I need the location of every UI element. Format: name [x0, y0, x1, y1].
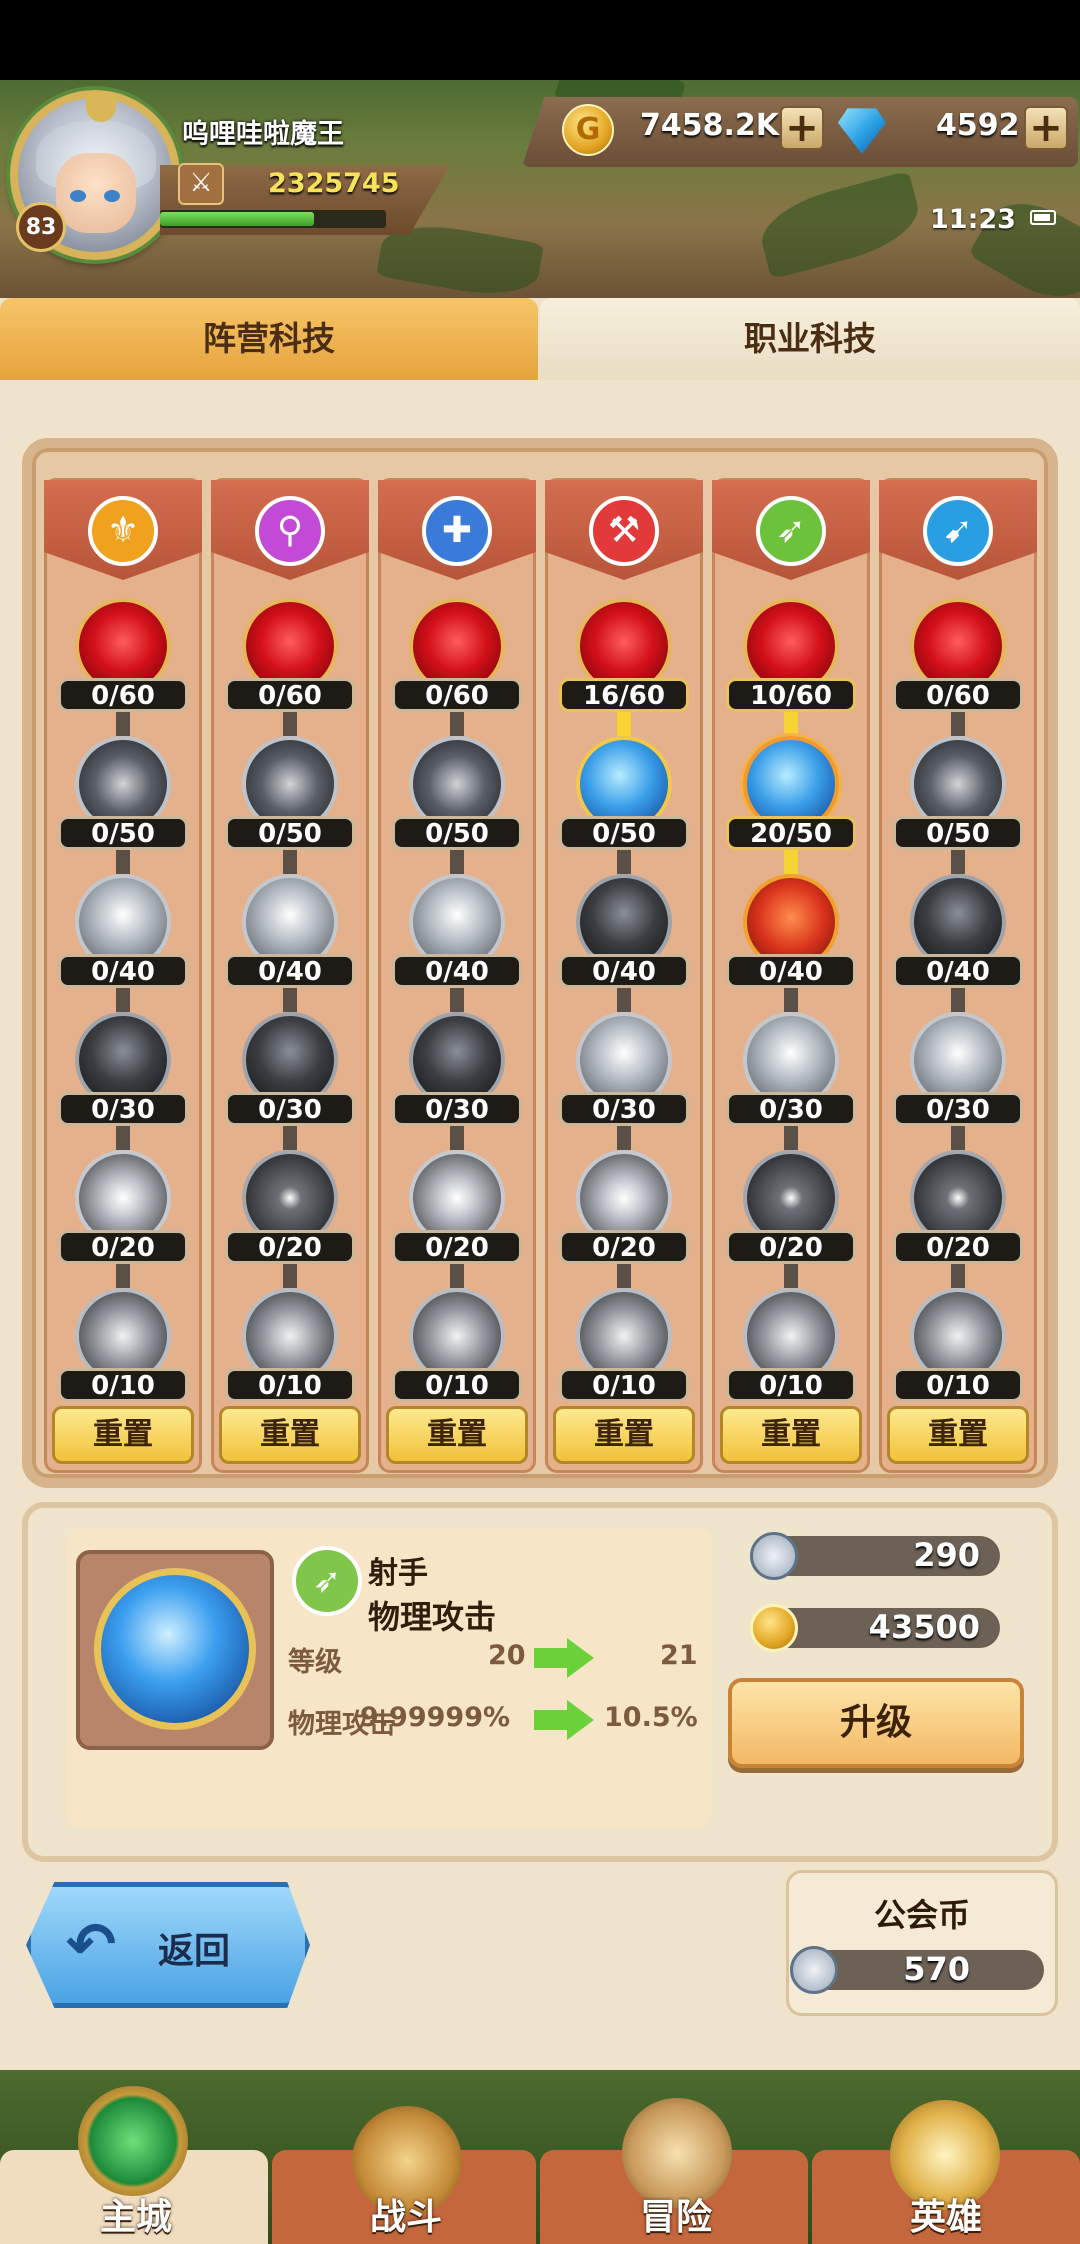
level-label: 等级	[288, 1647, 342, 1678]
skill-class: 射手	[368, 1556, 428, 1591]
node-level-count: 0/10	[58, 1368, 188, 1402]
node-level-count: 0/20	[58, 1230, 188, 1264]
node-level-count: 0/40	[58, 954, 188, 988]
avatar-face	[56, 153, 136, 233]
node-level-count: 0/30	[726, 1092, 856, 1126]
leaf-decor	[968, 185, 1080, 300]
node-level-count: 0/30	[225, 1092, 355, 1126]
tab-class-tech[interactable]: 职业科技	[540, 298, 1080, 380]
xp-fill	[160, 212, 314, 226]
reset-button[interactable]: 重置	[386, 1406, 528, 1464]
node-level-count: 0/30	[392, 1092, 522, 1126]
xp-bar	[160, 210, 386, 228]
reset-button[interactable]: 重置	[720, 1406, 862, 1464]
warrior-icon[interactable]: ⚜	[88, 496, 158, 566]
gold-coin-icon: G	[562, 104, 614, 156]
node-level-count: 0/40	[726, 954, 856, 988]
add-gems-button[interactable]: +	[1024, 106, 1068, 150]
reset-button[interactable]: 重置	[219, 1406, 361, 1464]
helmet-icon	[86, 92, 116, 122]
gold-coin-icon	[750, 1604, 798, 1652]
guild-coin-icon	[750, 1532, 798, 1580]
combat-power: 2325745	[268, 168, 400, 199]
priest-icon[interactable]: ✚	[422, 496, 492, 566]
guild-coin-icon	[790, 1946, 838, 1994]
player-level-badge: 83	[16, 202, 66, 252]
leaf-decor	[753, 170, 927, 280]
battery-icon	[1030, 210, 1056, 225]
nav-label-adventure: 冒险	[639, 2197, 712, 2238]
node-level-count: 0/50	[225, 816, 355, 850]
back-label: 返回	[158, 1931, 231, 1972]
level-current: 20	[488, 1640, 526, 1671]
castle-icon	[78, 2086, 188, 2196]
reset-button[interactable]: 重置	[553, 1406, 695, 1464]
node-level-count: 0/20	[893, 1230, 1023, 1264]
gem-amount: 4592	[936, 108, 1020, 143]
node-level-count: 16/60	[559, 678, 689, 712]
node-level-count: 10/60	[726, 678, 856, 712]
status-bar	[0, 0, 1080, 80]
archer-icon[interactable]: ➶	[756, 496, 826, 566]
node-level-count: 0/60	[58, 678, 188, 712]
back-arrow-icon: ↶	[66, 1910, 117, 1980]
guild-coin-amount: 570	[903, 1950, 970, 1988]
clock: 11:23	[930, 204, 1016, 235]
node-level-count: 0/20	[559, 1230, 689, 1264]
node-level-count: 0/20	[726, 1230, 856, 1264]
gold-cost: 43500	[868, 1608, 980, 1646]
node-level-count: 0/50	[893, 816, 1023, 850]
node-level-count: 0/10	[559, 1368, 689, 1402]
archer-icon: ➶	[292, 1546, 362, 1616]
node-level-count: 0/10	[225, 1368, 355, 1402]
avatar-eye	[104, 190, 120, 202]
node-level-count: 0/40	[893, 954, 1023, 988]
gold-amount: 7458.2K	[640, 108, 780, 143]
add-gold-button[interactable]: +	[780, 106, 824, 150]
node-level-count: 0/10	[893, 1368, 1023, 1402]
node-level-count: 0/40	[559, 954, 689, 988]
node-level-count: 0/40	[225, 954, 355, 988]
avatar-eye	[70, 190, 86, 202]
nav-label-heroes: 英雄	[909, 2197, 982, 2238]
guild-coin-title: 公会币	[873, 1896, 970, 1934]
berserker-icon[interactable]: ⚒	[589, 496, 659, 566]
node-level-count: 0/60	[225, 678, 355, 712]
node-level-count: 0/20	[392, 1230, 522, 1264]
node-level-count: 0/60	[893, 678, 1023, 712]
ice-crystal-icon	[94, 1568, 256, 1730]
level-next: 21	[660, 1640, 698, 1671]
node-level-count: 0/50	[559, 816, 689, 850]
node-level-count: 0/50	[58, 816, 188, 850]
skill-name: 物理攻击	[368, 1598, 497, 1636]
mage-icon[interactable]: ⚲	[255, 496, 325, 566]
nav-label-battle: 战斗	[369, 2197, 442, 2238]
nav-label-main-city: 主城	[99, 2197, 172, 2238]
upgrade-button[interactable]: 升级	[728, 1678, 1024, 1768]
assassin-icon[interactable]: ➹	[923, 496, 993, 566]
guild-cost: 290	[913, 1536, 980, 1574]
tab-faction-tech[interactable]: 阵营科技	[0, 298, 538, 380]
node-level-count: 0/30	[559, 1092, 689, 1126]
node-level-count: 0/20	[225, 1230, 355, 1264]
player-name: 呜哩哇啦魔王	[182, 119, 344, 150]
stat-current: 9.99999%	[360, 1702, 511, 1733]
node-level-count: 0/30	[58, 1092, 188, 1126]
crossed-swords-icon: ⚔	[178, 163, 224, 205]
reset-button[interactable]: 重置	[52, 1406, 194, 1464]
node-level-count: 20/50	[726, 816, 856, 850]
node-level-count: 0/10	[726, 1368, 856, 1402]
node-level-count: 0/40	[392, 954, 522, 988]
node-level-count: 0/60	[392, 678, 522, 712]
node-level-count: 0/10	[392, 1368, 522, 1402]
node-level-count: 0/30	[893, 1092, 1023, 1126]
node-level-count: 0/50	[392, 816, 522, 850]
stat-next: 10.5%	[604, 1702, 698, 1733]
reset-button[interactable]: 重置	[887, 1406, 1029, 1464]
